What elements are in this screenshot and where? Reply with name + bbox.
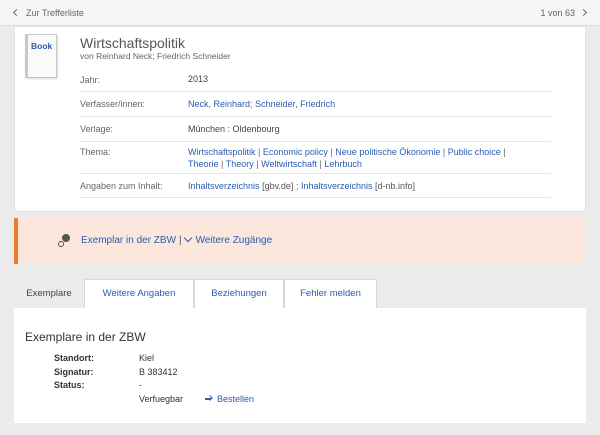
availability-status: Verfuegbar <box>139 394 184 404</box>
field-label-thema: Thema: <box>80 147 111 157</box>
record-title: Wirtschaftspolitik <box>80 35 186 51</box>
order-label: Bestellen <box>217 394 255 404</box>
field-row-verfasser: Verfasser/innen: Neck, Reinhard; Schneid… <box>80 92 551 117</box>
tab-fehler-melden[interactable]: Fehler melden <box>284 279 377 308</box>
back-to-results-label: Zur Trefferliste <box>26 8 84 18</box>
chevron-left-icon <box>12 8 21 17</box>
arrow-right-icon <box>205 395 213 402</box>
contents-source-dnb: [d-nb.info] <box>375 181 416 191</box>
pager-count: 1 von 63 <box>540 8 575 18</box>
standort-value: Kiel <box>139 353 155 363</box>
access-panel: Exemplar in der ZBW | Weitere Zugänge <box>14 218 586 264</box>
field-row-jahr: Jahr: 2013 <box>80 67 551 92</box>
record-card: Book Wirtschaftspolitik von Reinhard Nec… <box>14 26 586 212</box>
contents-link-gbv[interactable]: Inhaltsverzeichnis <box>188 181 260 191</box>
holdings-panel: Exemplare in der ZBW Standort: Kiel Sign… <box>14 308 586 423</box>
topic-link[interactable]: Public choice <box>448 147 501 157</box>
top-navigation-bar: Zur Trefferliste 1 von 63 <box>0 0 600 26</box>
access-icon <box>58 234 72 248</box>
standort-label: Standort: <box>54 353 94 363</box>
contents-separator: ; <box>295 181 299 191</box>
author-link-2[interactable]: Schneider, Friedrich <box>255 99 335 109</box>
field-value-verlage: München : Oldenbourg <box>188 124 280 134</box>
field-value-jahr: 2013 <box>188 74 209 84</box>
topic-link[interactable]: Neue politische Ökonomie <box>335 147 440 157</box>
author-link-1[interactable]: Neck, Reinhard <box>188 99 250 109</box>
field-label-verlage: Verlage: <box>80 124 114 134</box>
field-row-inhalt: Angaben zum Inhalt: Inhaltsverzeichnis [… <box>80 174 551 198</box>
access-separator: | <box>179 235 182 246</box>
field-label-inhalt: Angaben zum Inhalt: <box>80 181 163 191</box>
book-icon-label: Book <box>31 41 53 51</box>
topic-link[interactable]: Economic policy <box>263 147 328 157</box>
record-byline: von Reinhard Neck; Friedrich Schneider <box>80 51 231 61</box>
tab-weitere-angaben[interactable]: Weitere Angaben <box>84 279 194 308</box>
status-label: Status: <box>54 380 85 390</box>
contents-source-gbv: [gbv.de] <box>262 181 294 191</box>
book-icon: Book <box>25 34 57 78</box>
result-pager: 1 von 63 <box>540 8 588 18</box>
topic-link[interactable]: Wirtschaftspolitik <box>188 147 256 157</box>
chevron-right-icon[interactable] <box>579 8 588 17</box>
more-access-toggle[interactable]: Weitere Zugänge <box>183 233 273 246</box>
field-row-thema: Thema: Wirtschaftspolitik | Economic pol… <box>80 142 551 174</box>
more-access-label: Weitere Zugänge <box>195 235 273 246</box>
back-to-results-link[interactable]: Zur Trefferliste <box>12 8 84 18</box>
holdings-heading: Exemplare in der ZBW <box>25 330 146 344</box>
topic-link[interactable]: Lehrbuch <box>324 159 362 169</box>
topic-link[interactable]: Weltwirtschaft <box>261 159 317 169</box>
field-label-verfasser: Verfasser/innen: <box>80 99 146 109</box>
contents-link-dnb[interactable]: Inhaltsverzeichnis <box>301 181 373 191</box>
topic-link[interactable]: Theory <box>226 159 254 169</box>
field-row-verlage: Verlage: München : Oldenbourg <box>80 117 551 142</box>
status-value: - <box>139 380 142 390</box>
field-label-jahr: Jahr: <box>80 75 101 85</box>
chevron-down-icon <box>183 233 192 243</box>
signatur-label: Signatur: <box>54 367 94 377</box>
topic-link[interactable]: Theorie <box>188 159 219 169</box>
author-separator: ; <box>250 99 253 109</box>
tab-beziehungen[interactable]: Beziehungen <box>194 279 284 308</box>
order-button[interactable]: Bestellen <box>205 394 254 404</box>
zbw-copy-link[interactable]: Exemplar in der ZBW <box>81 235 176 246</box>
tab-exemplare[interactable]: Exemplare <box>14 279 84 308</box>
signatur-value: B 383412 <box>139 367 178 377</box>
